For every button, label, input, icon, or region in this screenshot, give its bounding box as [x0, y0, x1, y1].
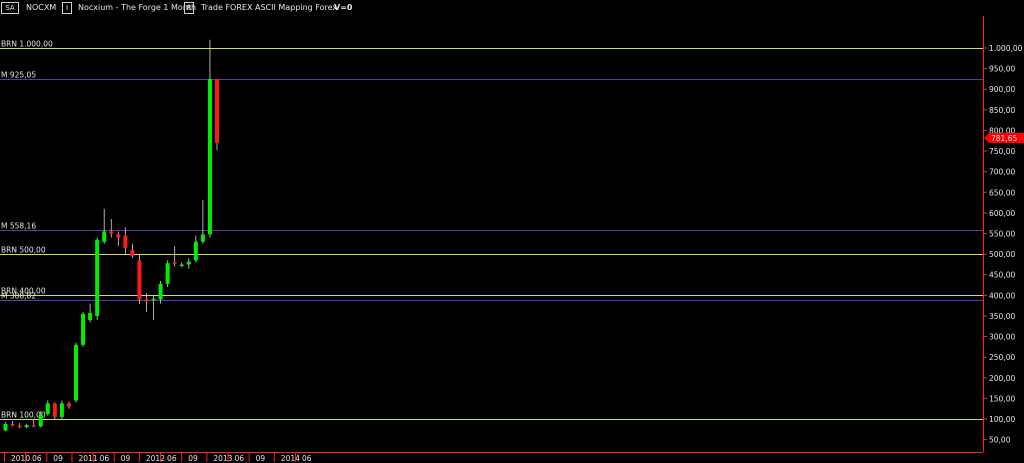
candle-body-7 [52, 403, 57, 417]
price-tick-label-16: 850,00 [989, 106, 1015, 115]
candle-body-6 [45, 403, 50, 415]
price-tick-label-11: 600,00 [989, 209, 1015, 218]
current-price-label: 781,65 [991, 134, 1017, 143]
candle-body-21 [151, 298, 156, 301]
candle-body-13 [95, 239, 100, 316]
level-label-3: BRN 500,00 [1, 246, 46, 255]
price-tick-label-6: 350,00 [989, 312, 1015, 321]
time-tick-label-7: 06 [167, 454, 177, 463]
candle-body-26 [186, 261, 191, 265]
candle-body-28 [200, 234, 205, 242]
candle-body-25 [179, 264, 184, 266]
price-tick-label-2: 150,00 [989, 394, 1015, 403]
time-tick-label-4: 06 [100, 454, 110, 463]
price-tick-label-18: 950,00 [989, 65, 1015, 74]
time-tick-label-8: 09 [188, 454, 198, 463]
candle-body-24 [172, 262, 177, 264]
price-tick-label-19: 1.000,00 [989, 44, 1023, 53]
time-tick-label-5: 09 [121, 454, 131, 463]
time-tick-label-9: 2013 [213, 454, 232, 463]
candle-body-3 [24, 425, 29, 428]
price-tick-label-4: 250,00 [989, 353, 1015, 362]
candle-body-0 [3, 423, 8, 431]
price-tick-label-10: 550,00 [989, 230, 1015, 239]
price-tick-label-8: 450,00 [989, 271, 1015, 280]
candle-body-14 [102, 231, 107, 242]
level-label-5: M 388,82 [1, 292, 36, 301]
candlestick-chart[interactable]: BRN 1.000,00M 925,05M 558,16BRN 500,00BR… [0, 0, 1024, 463]
time-tick-label-3: 2011 [78, 454, 97, 463]
candle-body-1 [10, 423, 15, 426]
candle-body-30 [215, 78, 219, 143]
price-tick-label-0: 50,00 [989, 436, 1011, 445]
time-tick-label-11: 09 [256, 454, 266, 463]
candle-body-20 [144, 299, 149, 302]
candle-body-12 [88, 313, 93, 321]
candle-body-2 [17, 425, 22, 428]
candle-body-18 [130, 249, 135, 257]
price-tick-label-17: 900,00 [989, 85, 1015, 94]
candle-body-22 [158, 283, 163, 300]
level-label-1: M 925,05 [1, 71, 36, 80]
price-tick-label-5: 300,00 [989, 333, 1015, 342]
time-tick-label-1: 06 [32, 454, 42, 463]
candle-body-10 [74, 344, 78, 401]
candle-body-15 [109, 231, 114, 234]
price-tick-label-13: 700,00 [989, 168, 1015, 177]
candle-body-23 [165, 263, 170, 284]
time-tick-label-6: 2012 [146, 454, 165, 463]
time-tick-label-0: 2010 [11, 454, 30, 463]
candle-body-4 [31, 425, 36, 427]
level-label-0: BRN 1.000,00 [1, 40, 53, 49]
price-tick-label-14: 750,00 [989, 147, 1015, 156]
price-tick-label-9: 500,00 [989, 250, 1015, 259]
level-label-2: M 558,16 [1, 222, 36, 231]
chart-axes: 50,00 100,00 150,00 200,00 250,00 300,00 350,0… [0, 16, 1024, 463]
time-tick-label-2: 09 [53, 454, 63, 463]
price-tick-label-7: 400,00 [989, 291, 1015, 300]
candle-body-19 [137, 260, 142, 300]
candle-body-27 [193, 241, 198, 261]
candle-body-8 [59, 403, 64, 417]
candle-body-9 [66, 403, 71, 407]
price-tick-label-3: 200,00 [989, 374, 1015, 383]
candle-body-5 [38, 414, 43, 427]
price-tick-label-12: 650,00 [989, 188, 1015, 197]
candle-body-17 [123, 235, 128, 248]
time-tick-label-10: 06 [235, 454, 245, 463]
price-tick-label-1: 100,00 [989, 415, 1015, 424]
time-tick-label-12: 2014 [281, 454, 300, 463]
time-tick-label-13: 06 [302, 454, 312, 463]
candle-body-29 [207, 78, 212, 235]
candles [3, 39, 219, 432]
candle-body-16 [116, 234, 121, 238]
candle-body-11 [81, 313, 86, 345]
price-level-lines: BRN 1.000,00M 925,05M 558,16BRN 500,00BR… [0, 40, 983, 420]
